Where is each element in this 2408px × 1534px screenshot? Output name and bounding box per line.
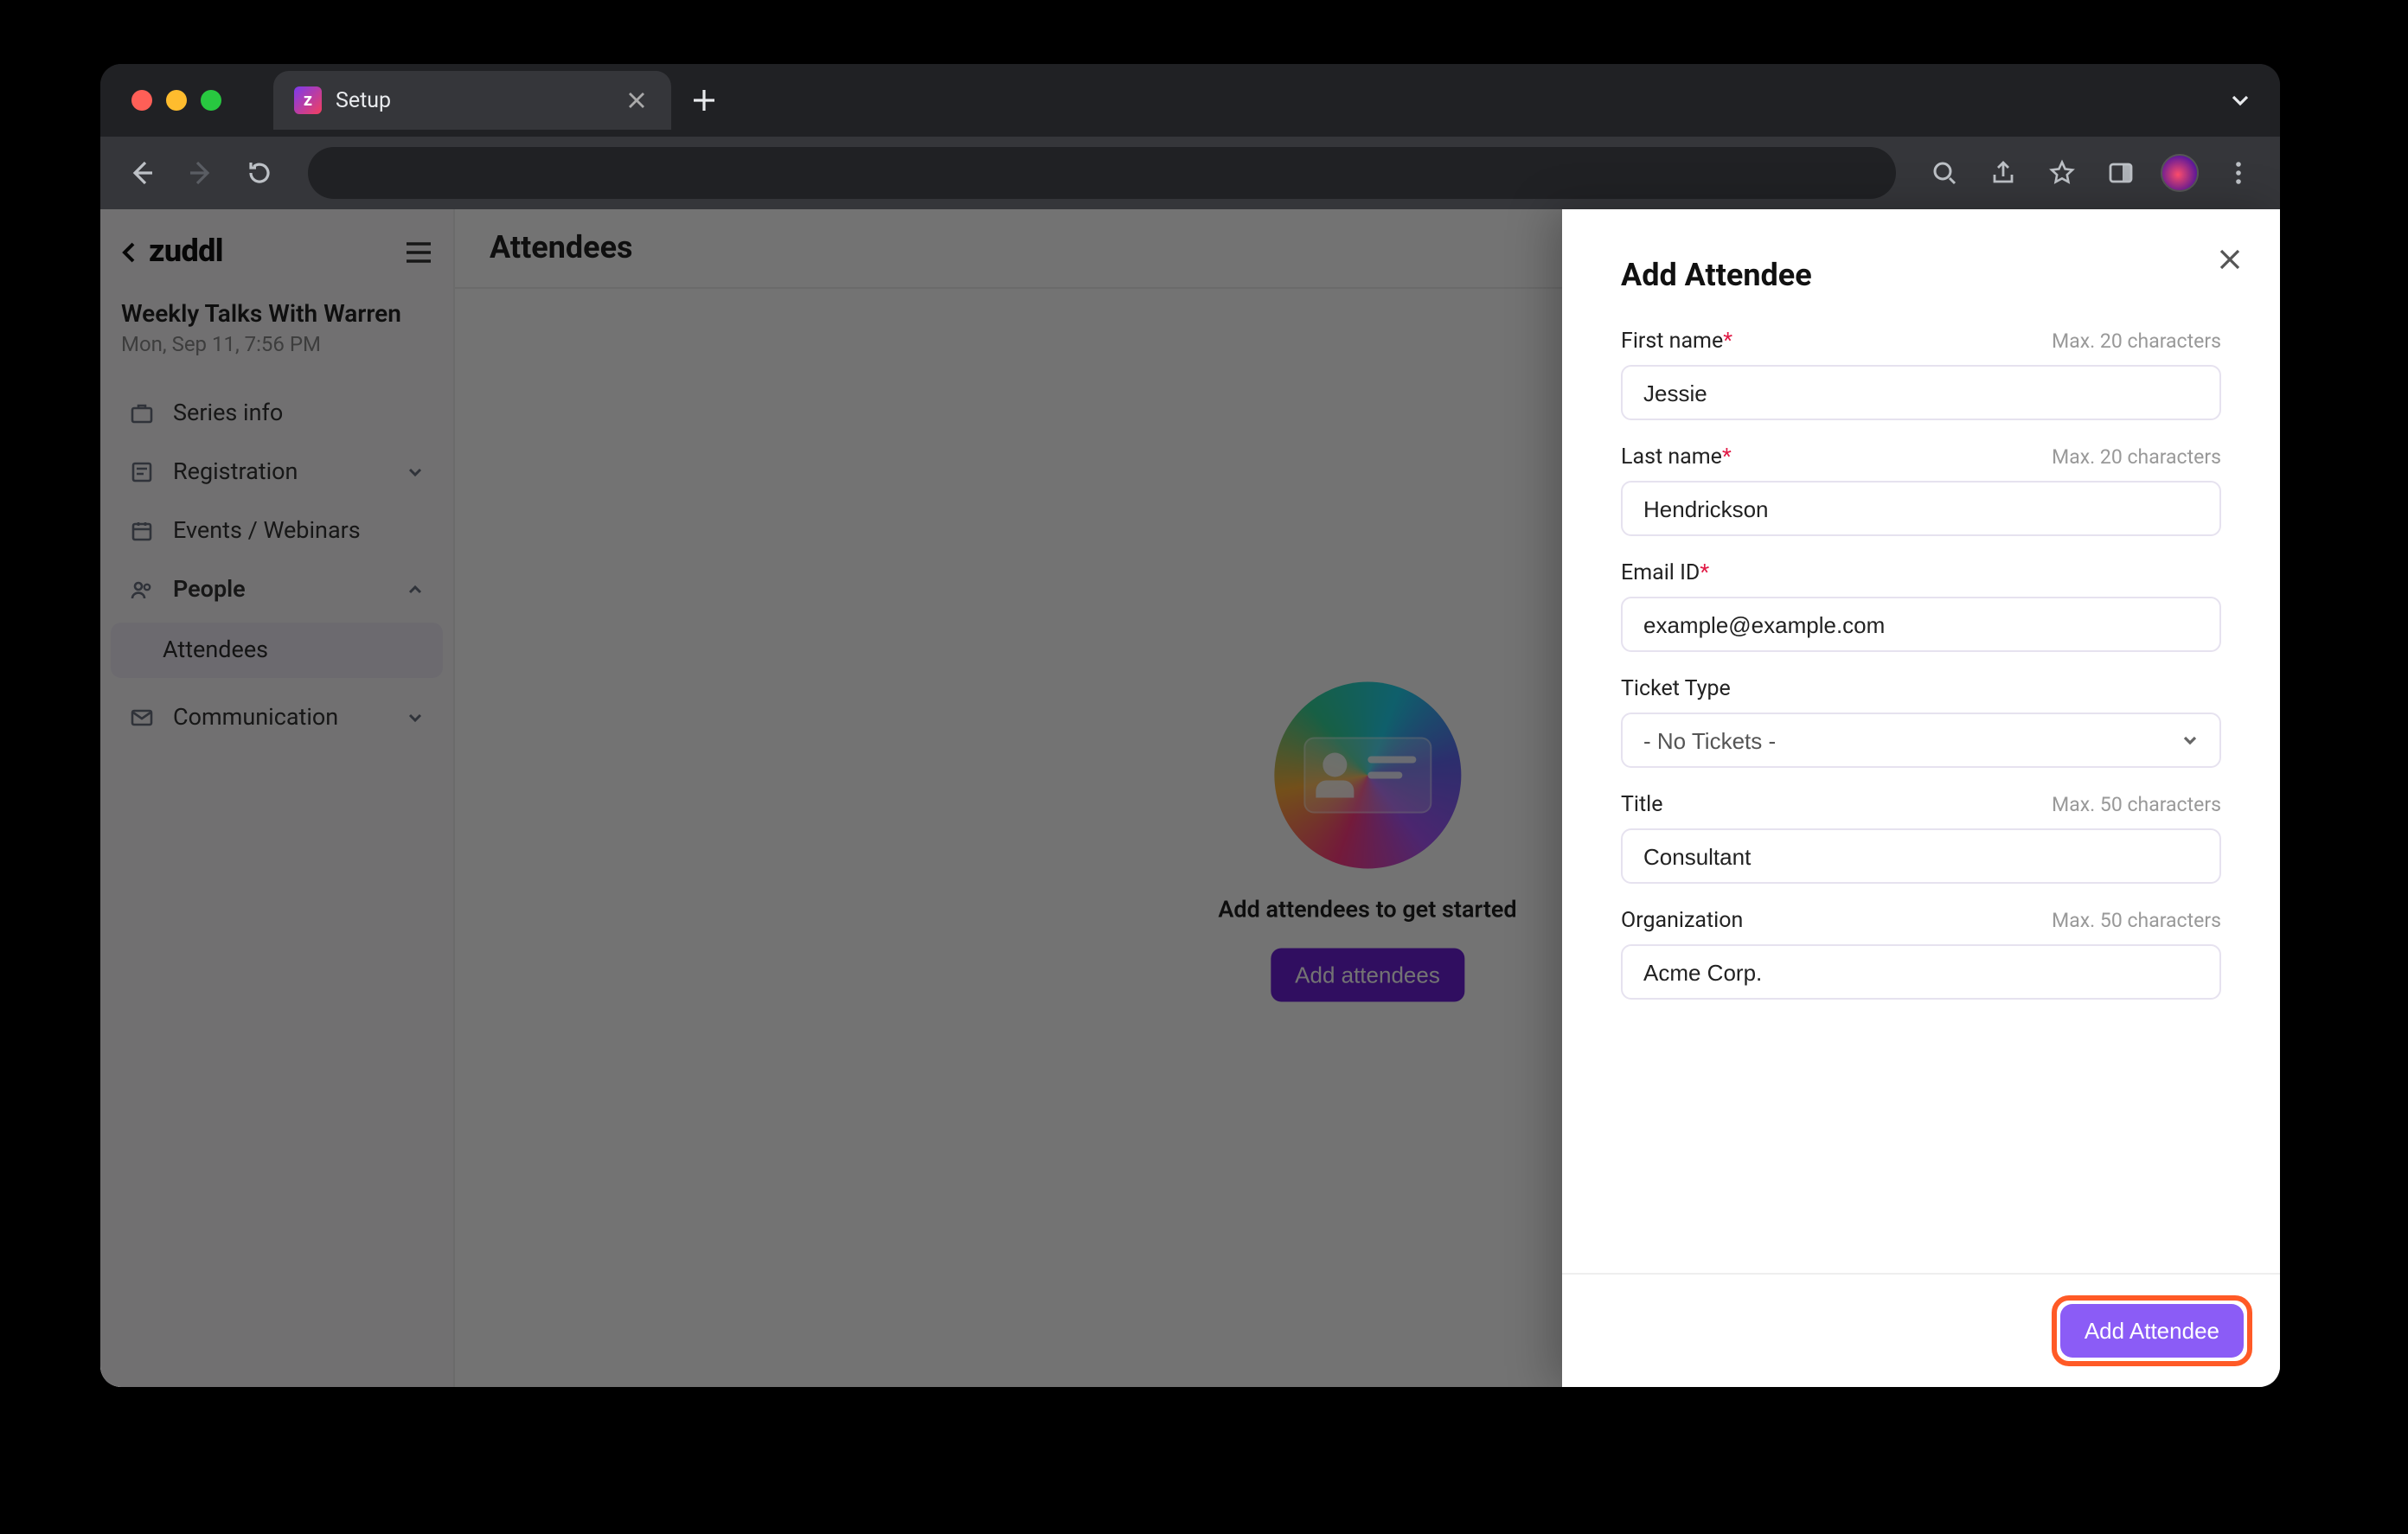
window-controls — [131, 90, 221, 111]
browser-window: z Setup — [100, 64, 2280, 1387]
field-label: First name* — [1621, 329, 1732, 355]
field-email: Email ID* — [1621, 560, 2221, 652]
app-content: zuddl Weekly Talks With Warren Mon, Sep … — [100, 209, 2280, 1387]
nav-forward-button[interactable] — [176, 149, 225, 197]
email-input[interactable] — [1621, 597, 2221, 652]
arrow-left-icon — [128, 159, 156, 187]
bookmark-button[interactable] — [2038, 149, 2086, 197]
title-input[interactable] — [1621, 828, 2221, 884]
reload-icon — [246, 159, 273, 187]
window-close-button[interactable] — [131, 90, 152, 111]
window-zoom-button[interactable] — [201, 90, 221, 111]
field-first-name: First name* Max. 20 characters — [1621, 329, 2221, 420]
chevron-down-icon — [2228, 88, 2252, 112]
drawer-close-button[interactable] — [2218, 247, 2242, 272]
submit-highlight: Add Attendee — [2052, 1295, 2252, 1366]
tab-close-button[interactable] — [623, 86, 650, 114]
nav-reload-button[interactable] — [235, 149, 284, 197]
field-label: Organization — [1621, 908, 1743, 934]
first-name-input[interactable] — [1621, 365, 2221, 420]
share-icon — [1989, 159, 2017, 187]
share-button[interactable] — [1979, 149, 2027, 197]
tabs-dropdown-button[interactable] — [2228, 88, 2252, 112]
field-hint: Max. 20 characters — [2052, 444, 2221, 469]
new-tab-button[interactable] — [692, 88, 716, 112]
kebab-menu-button[interactable] — [2214, 149, 2263, 197]
field-hint: Max. 50 characters — [2052, 908, 2221, 932]
avatar-icon — [2161, 154, 2199, 192]
field-label: Last name* — [1621, 444, 1732, 470]
field-ticket-type: Ticket Type — [1621, 676, 2221, 768]
sidepanel-icon — [2107, 159, 2135, 187]
drawer-footer: Add Attendee — [1562, 1273, 2280, 1387]
sidepanel-button[interactable] — [2097, 149, 2145, 197]
browser-tab[interactable]: z Setup — [273, 71, 671, 130]
plus-icon — [692, 88, 716, 112]
chrome-tab-strip: z Setup — [100, 64, 2280, 137]
field-title: Title Max. 50 characters — [1621, 792, 2221, 884]
field-label: Email ID* — [1621, 560, 1709, 586]
star-icon — [2048, 159, 2076, 187]
close-icon — [628, 92, 645, 109]
drawer-title: Add Attendee — [1621, 258, 2221, 294]
organization-input[interactable] — [1621, 944, 2221, 1000]
profile-button[interactable] — [2155, 149, 2204, 197]
field-label: Title — [1621, 792, 1663, 818]
field-hint: Max. 50 characters — [2052, 792, 2221, 816]
zoom-button[interactable] — [1920, 149, 1969, 197]
field-label: Ticket Type — [1621, 676, 1731, 702]
close-icon — [2218, 247, 2242, 272]
nav-back-button[interactable] — [118, 149, 166, 197]
dots-vertical-icon — [2225, 159, 2252, 187]
chrome-toolbar — [100, 137, 2280, 209]
field-organization: Organization Max. 50 characters — [1621, 908, 2221, 1000]
magnify-icon — [1931, 159, 1958, 187]
window-minimize-button[interactable] — [166, 90, 187, 111]
field-last-name: Last name* Max. 20 characters — [1621, 444, 2221, 536]
add-attendee-drawer: Add Attendee First name* Max. 20 charact… — [1562, 209, 2280, 1387]
address-bar[interactable] — [308, 147, 1896, 199]
last-name-input[interactable] — [1621, 481, 2221, 536]
add-attendee-submit-button[interactable]: Add Attendee — [2060, 1304, 2244, 1358]
field-hint: Max. 20 characters — [2052, 329, 2221, 353]
arrow-right-icon — [187, 159, 215, 187]
tab-title: Setup — [336, 87, 609, 113]
tab-favicon-icon: z — [294, 86, 322, 114]
ticket-type-select[interactable] — [1621, 713, 2221, 768]
